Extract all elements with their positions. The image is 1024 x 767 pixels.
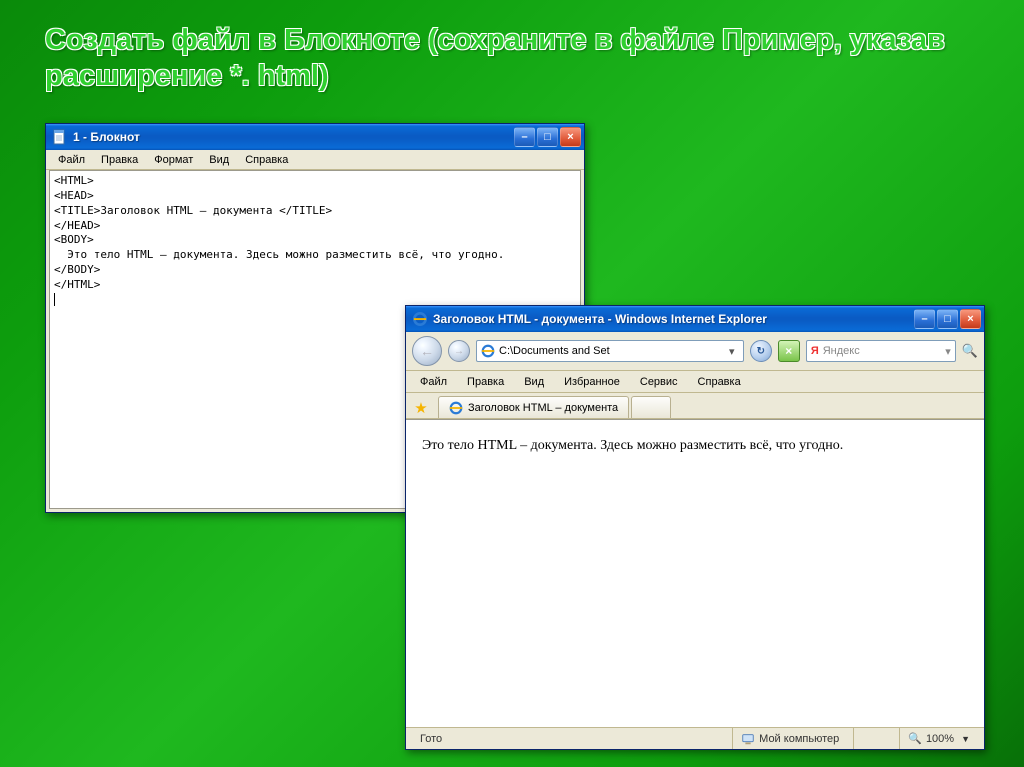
maximize-button[interactable]: □: [537, 127, 558, 147]
ie-nav-toolbar: ← → C:\Documents and Set ▾ ↻ × Я Яндекс …: [406, 332, 984, 371]
zoom-dropdown-icon: ▼: [961, 734, 970, 744]
ie-menubar: Файл Правка Вид Избранное Сервис Справка: [406, 371, 984, 393]
search-go-icon[interactable]: 🔍: [962, 343, 978, 359]
tab-label: Заголовок HTML – документа: [468, 402, 618, 414]
notepad-title: 1 - Блокнот: [73, 130, 514, 144]
search-dropdown[interactable]: ▾: [945, 345, 951, 358]
status-zoom-text: 100%: [926, 733, 954, 745]
menu-view[interactable]: Вид: [201, 152, 237, 168]
zoom-icon: 🔍: [908, 732, 922, 745]
page-icon: [481, 344, 495, 358]
menu-file[interactable]: Файл: [410, 373, 457, 391]
menu-view[interactable]: Вид: [514, 373, 554, 391]
back-button[interactable]: ←: [412, 336, 442, 366]
text-caret: [54, 293, 55, 306]
status-zoom[interactable]: 🔍 100% ▼: [899, 728, 978, 749]
ie-title: Заголовок HTML - документа - Windows Int…: [433, 312, 914, 326]
favorites-star-icon[interactable]: ★: [410, 398, 432, 418]
notepad-titlebar[interactable]: 1 - Блокнот – □ ×: [46, 124, 584, 150]
yandex-icon: Я: [811, 345, 819, 357]
notepad-menubar: Файл Правка Формат Вид Справка: [46, 150, 584, 170]
search-placeholder: Яндекс: [823, 345, 860, 357]
notepad-icon: [52, 129, 68, 145]
status-zone-text: Мой компьютер: [759, 733, 839, 745]
ie-titlebar[interactable]: Заголовок HTML - документа - Windows Int…: [406, 306, 984, 332]
menu-file[interactable]: Файл: [50, 152, 93, 168]
forward-button[interactable]: →: [448, 340, 470, 362]
ie-statusbar: Гото Мой компьютер 🔍 100% ▼: [406, 727, 984, 749]
address-text: C:\Documents and Set: [499, 345, 721, 357]
ie-window: Заголовок HTML - документа - Windows Int…: [405, 305, 985, 750]
search-box[interactable]: Я Яндекс ▾: [806, 340, 956, 362]
notepad-content: <HTML> <HEAD> <TITLE>Заголовок HTML – до…: [54, 174, 504, 291]
status-zone: Мой компьютер: [732, 728, 847, 749]
minimize-button[interactable]: –: [914, 309, 935, 329]
address-bar[interactable]: C:\Documents and Set ▾: [476, 340, 744, 362]
status-ready-text: Гото: [420, 733, 442, 745]
status-protected-mode: [853, 728, 893, 749]
menu-edit[interactable]: Правка: [93, 152, 146, 168]
menu-help[interactable]: Справка: [688, 373, 751, 391]
tab-active[interactable]: Заголовок HTML – документа: [438, 396, 629, 418]
close-button[interactable]: ×: [960, 309, 981, 329]
refresh-button[interactable]: ↻: [750, 340, 772, 362]
page-body-text: Это тело HTML – документа. Здесь можно р…: [422, 438, 843, 453]
ie-page-body: Это тело HTML – документа. Здесь можно р…: [406, 419, 984, 727]
tab-page-icon: [449, 401, 463, 415]
computer-icon: [741, 732, 755, 746]
minimize-button[interactable]: –: [514, 127, 535, 147]
go-button[interactable]: ×: [778, 340, 800, 362]
slide-heading: Создать файл в Блокноте (сохраните в фай…: [45, 22, 979, 95]
menu-tools[interactable]: Сервис: [630, 373, 688, 391]
address-dropdown[interactable]: ▾: [725, 345, 739, 358]
maximize-button[interactable]: □: [937, 309, 958, 329]
close-button[interactable]: ×: [560, 127, 581, 147]
menu-format[interactable]: Формат: [146, 152, 201, 168]
menu-favorites[interactable]: Избранное: [554, 373, 630, 391]
menu-help[interactable]: Справка: [237, 152, 296, 168]
ie-tabstrip: ★ Заголовок HTML – документа: [406, 393, 984, 419]
status-ready: Гото: [412, 728, 450, 749]
ie-icon: [412, 311, 428, 327]
menu-edit[interactable]: Правка: [457, 373, 514, 391]
tab-new[interactable]: [631, 396, 671, 418]
